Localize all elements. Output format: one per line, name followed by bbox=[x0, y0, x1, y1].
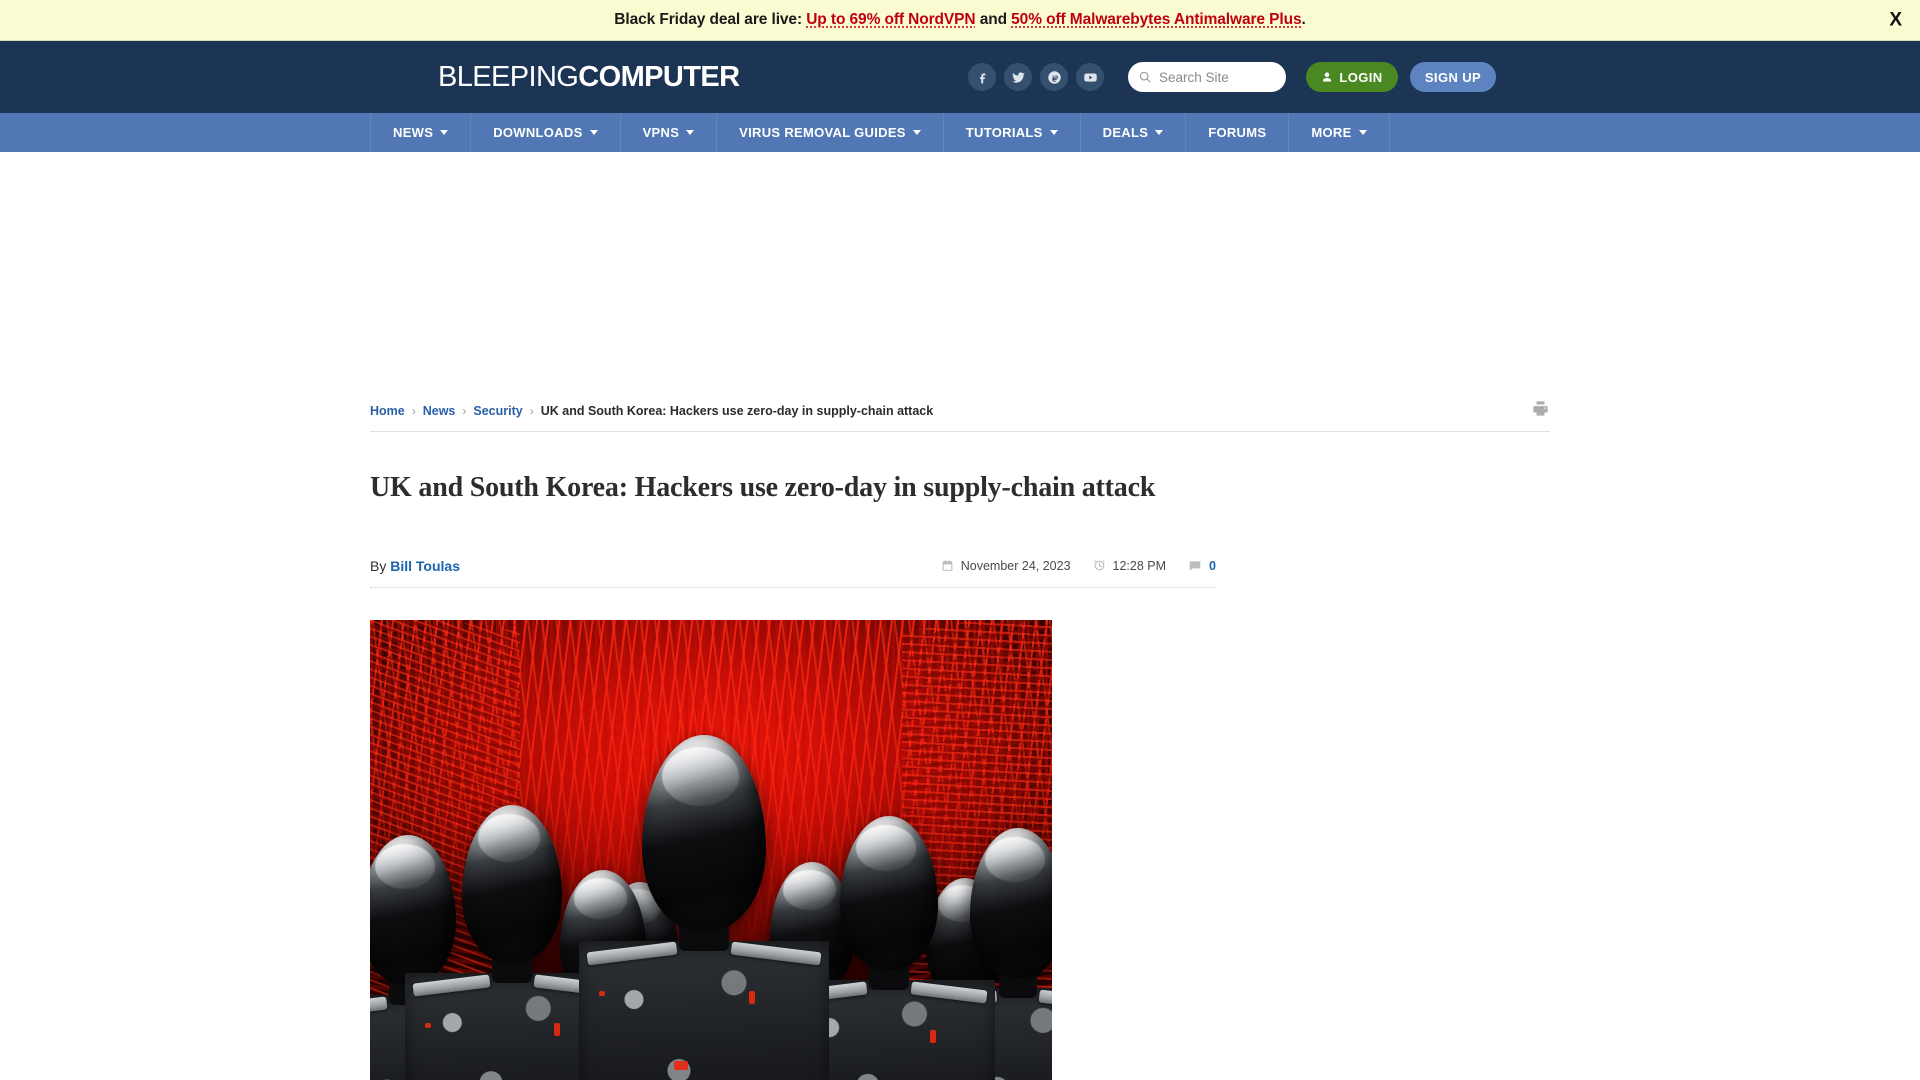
nav-item-vpns[interactable]: VPNS bbox=[621, 113, 718, 152]
chevron-down-icon bbox=[686, 130, 695, 135]
clock-icon bbox=[1093, 560, 1105, 571]
hero-figure-red-accent bbox=[599, 991, 605, 996]
breadcrumb-separator: › bbox=[411, 403, 416, 418]
breadcrumb-item-security[interactable]: Security bbox=[473, 404, 522, 418]
nav-item-label: MORE bbox=[1311, 125, 1352, 140]
main-navigation: NEWS DOWNLOADS VPNS VIRUS REMOVAL GUIDES TUT… bbox=[0, 113, 1920, 152]
search-icon bbox=[1139, 71, 1151, 83]
hero-figure-red-accent bbox=[674, 1061, 688, 1070]
calendar-icon bbox=[942, 560, 953, 571]
login-button[interactable]: LOGIN bbox=[1306, 62, 1398, 92]
signup-button[interactable]: SIGN UP bbox=[1410, 62, 1496, 92]
login-button-label: LOGIN bbox=[1339, 69, 1383, 85]
chevron-down-icon bbox=[912, 130, 921, 135]
nav-item-downloads[interactable]: DOWNLOADS bbox=[471, 113, 621, 152]
nav-item-tutorials[interactable]: TUTORIALS bbox=[944, 113, 1081, 152]
promo-banner: Black Friday deal are live: Up to 69% of… bbox=[0, 0, 1920, 41]
hero-figure-red-accent bbox=[749, 991, 755, 1004]
user-icon bbox=[1323, 72, 1332, 82]
search-input[interactable] bbox=[1159, 69, 1275, 85]
publish-date-text: November 24, 2023 bbox=[960, 558, 1071, 573]
chevron-down-icon bbox=[1358, 130, 1367, 135]
site-header: BLEEPINGCOMPUTER Search Site LOGIN SIGN … bbox=[0, 41, 1920, 113]
hero-figure-red-accent bbox=[553, 1023, 560, 1036]
nav-item-label: DOWNLOADS bbox=[493, 125, 583, 140]
promo-middle: and bbox=[975, 11, 1012, 28]
logo-bold-part: COMPUTER bbox=[578, 60, 740, 93]
hero-figure-red-accent bbox=[930, 1030, 937, 1043]
author-link[interactable]: Bill Toulas bbox=[390, 558, 460, 574]
logo-light-part: BLEEPING bbox=[438, 60, 579, 93]
byline: By Bill Toulas bbox=[370, 558, 460, 574]
promo-link-malwarebytes[interactable]: 50% off Malwarebytes Antimalware Plus bbox=[1011, 11, 1301, 28]
chevron-down-icon bbox=[589, 130, 598, 135]
nav-item-label: FORUMS bbox=[1208, 125, 1267, 140]
twitter-icon[interactable] bbox=[1004, 63, 1032, 91]
promo-prefix: Black Friday deal are live: bbox=[614, 11, 807, 28]
article-hero-image[interactable] bbox=[370, 620, 1052, 1080]
breadcrumb-separator: › bbox=[529, 403, 534, 418]
nav-item-label: TUTORIALS bbox=[965, 125, 1043, 140]
nav-item-deals[interactable]: DEALS bbox=[1081, 113, 1187, 152]
nav-item-news[interactable]: NEWS bbox=[371, 113, 472, 152]
search-box[interactable] bbox=[1128, 62, 1286, 92]
nav-item-more[interactable]: MORE bbox=[1289, 113, 1390, 152]
publish-time-text: 12:28 PM bbox=[1112, 558, 1167, 573]
signup-button-label: SIGN UP bbox=[1424, 69, 1482, 85]
mastodon-icon[interactable] bbox=[1040, 63, 1068, 91]
nav-item-label: NEWS bbox=[393, 125, 434, 140]
breadcrumb-current: UK and South Korea: Hackers use zero-day… bbox=[540, 403, 934, 418]
chevron-down-icon bbox=[1049, 130, 1058, 135]
byline-label: By bbox=[370, 557, 387, 574]
chevron-down-icon bbox=[440, 130, 449, 135]
hero-figure-red-accent bbox=[424, 1023, 431, 1028]
comment-icon bbox=[1189, 560, 1201, 571]
promo-link-nordvpn[interactable]: Up to 69% off NordVPN bbox=[806, 11, 975, 28]
publish-time: 12:28 PM bbox=[1093, 558, 1167, 573]
breadcrumb: Home › News › Security › UK and South Korea: H… bbox=[370, 390, 1550, 432]
printer-icon[interactable] bbox=[1531, 399, 1550, 423]
publish-date: November 24, 2023 bbox=[941, 559, 1071, 573]
breadcrumb-item-news[interactable]: News bbox=[423, 404, 456, 418]
nav-item-forums[interactable]: FORUMS bbox=[1186, 113, 1290, 152]
promo-close-button[interactable]: X bbox=[1881, 9, 1910, 32]
comment-count-value: 0 bbox=[1209, 558, 1216, 573]
promo-suffix: . bbox=[1301, 11, 1306, 28]
article: UK and South Korea: Hackers use zero-day… bbox=[370, 472, 1216, 1080]
chevron-down-icon bbox=[1155, 130, 1164, 135]
youtube-icon[interactable] bbox=[1076, 63, 1104, 91]
nav-item-label: VIRUS REMOVAL GUIDES bbox=[739, 125, 906, 140]
nav-item-label: VPNS bbox=[642, 125, 680, 140]
breadcrumb-item-home[interactable]: Home bbox=[370, 404, 405, 418]
breadcrumb-separator: › bbox=[462, 403, 467, 418]
nav-item-virus-removal-guides[interactable]: VIRUS REMOVAL GUIDES bbox=[717, 113, 944, 152]
promo-banner-text: Black Friday deal are live: Up to 69% of… bbox=[614, 11, 1306, 29]
facebook-icon[interactable] bbox=[968, 63, 996, 91]
page-title: UK and South Korea: Hackers use zero-day… bbox=[370, 472, 1156, 503]
content-area: Home › News › Security › UK and South Korea: H… bbox=[370, 390, 1550, 1080]
comment-count[interactable]: 0 bbox=[1188, 559, 1216, 573]
nav-item-label: DEALS bbox=[1102, 125, 1149, 140]
advertisement-slot bbox=[0, 152, 1920, 390]
site-logo[interactable]: BLEEPINGCOMPUTER bbox=[438, 60, 740, 94]
social-links bbox=[968, 63, 1104, 91]
article-meta: By Bill Toulas November 24, 2023 12:28 P… bbox=[370, 544, 1216, 588]
